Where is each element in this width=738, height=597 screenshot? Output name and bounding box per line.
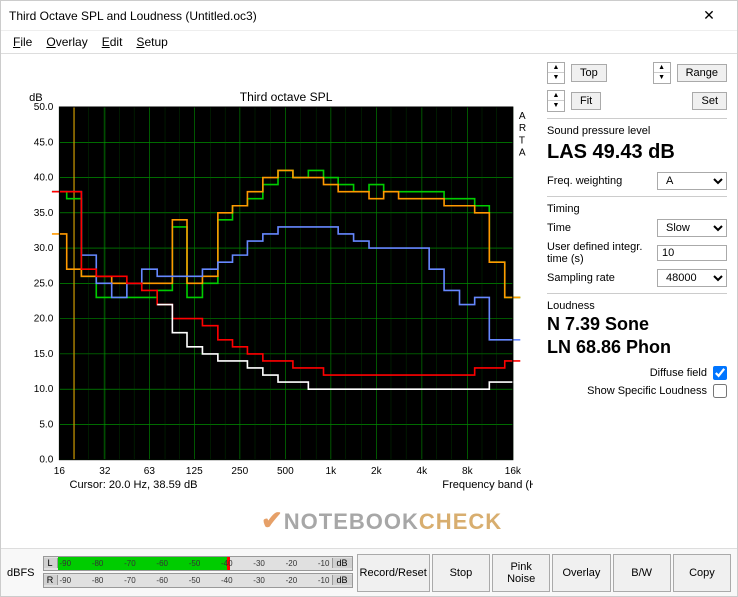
- level-meters: L -90-80-70-60-50-40-30-20-10 dB R -90-8…: [43, 556, 353, 590]
- chevron-down-icon[interactable]: ▼: [654, 73, 670, 83]
- sampling-select[interactable]: 48000: [657, 269, 727, 287]
- integr-label: User defined integr. time (s): [547, 241, 647, 265]
- meter-ticks: -90-80-70-60-50-40-30-20-10: [58, 574, 332, 587]
- copy-button[interactable]: Copy: [673, 554, 731, 592]
- svg-text:500: 500: [277, 466, 294, 477]
- window-title: Third Octave SPL and Loudness (Untitled.…: [9, 9, 689, 23]
- range-button[interactable]: Range: [677, 64, 727, 82]
- svg-text:Cursor: 20.0 Hz, 38.59 dB: Cursor: 20.0 Hz, 38.59 dB: [69, 479, 197, 491]
- pink-noise-button[interactable]: Pink Noise: [492, 554, 550, 592]
- close-icon[interactable]: ✕: [689, 7, 729, 24]
- svg-text:R: R: [519, 123, 526, 134]
- meter-unit: dB: [332, 558, 352, 568]
- range-spinner[interactable]: ▲▼: [653, 62, 671, 84]
- chevron-up-icon[interactable]: ▲: [548, 91, 564, 101]
- svg-text:35.0: 35.0: [34, 208, 54, 219]
- menubar: File Overlay Edit Setup: [1, 31, 737, 54]
- svg-text:25.0: 25.0: [34, 278, 54, 289]
- bottom-bar: dBFS L -90-80-70-60-50-40-30-20-10 dB R …: [1, 548, 737, 596]
- loudness-ln: LN 68.86 Phon: [547, 337, 727, 358]
- spl-chart[interactable]: 0.0 5.0 10.0 15.0 20.0 25.0 30.0 35.0 40.0 45.0 50…: [9, 62, 533, 545]
- integr-input[interactable]: [657, 245, 727, 261]
- fit-button[interactable]: Fit: [571, 92, 601, 110]
- dbfs-label: dBFS: [7, 567, 35, 579]
- show-specific-checkbox[interactable]: [713, 384, 727, 398]
- svg-text:10.0: 10.0: [34, 384, 54, 395]
- sampling-label: Sampling rate: [547, 272, 615, 284]
- top-spinner[interactable]: ▲▼: [547, 62, 565, 84]
- fit-spinner[interactable]: ▲▼: [547, 90, 565, 112]
- loudness-label: Loudness: [547, 300, 727, 312]
- svg-text:16: 16: [54, 466, 66, 477]
- svg-text:16k: 16k: [505, 466, 522, 477]
- side-panel: ▲▼ Top ▲▼ Range ▲▼ Fit Set Sound pressur…: [537, 54, 737, 549]
- bw-button[interactable]: B/W: [613, 554, 671, 592]
- spl-value: LAS 49.43 dB: [547, 141, 727, 164]
- meter-left: L -90-80-70-60-50-40-30-20-10 dB: [43, 556, 353, 571]
- svg-text:2k: 2k: [371, 466, 383, 477]
- spl-label: Sound pressure level: [547, 125, 727, 137]
- menu-setup[interactable]: Setup: [130, 33, 173, 51]
- svg-text:15.0: 15.0: [34, 349, 54, 360]
- svg-text:T: T: [519, 135, 525, 146]
- svg-text:1k: 1k: [326, 466, 338, 477]
- meter-right: R -90-80-70-60-50-40-30-20-10 dB: [43, 573, 353, 588]
- time-select[interactable]: Slow: [657, 219, 727, 237]
- meter-l-label: L: [44, 558, 58, 568]
- chevron-up-icon[interactable]: ▲: [548, 63, 564, 73]
- overlay-button[interactable]: Overlay: [552, 554, 610, 592]
- freq-weighting-label: Freq. weighting: [547, 175, 622, 187]
- svg-text:63: 63: [144, 466, 156, 477]
- svg-text:0.0: 0.0: [39, 455, 53, 466]
- meter-ticks: -90-80-70-60-50-40-30-20-10: [58, 557, 332, 570]
- svg-text:20.0: 20.0: [34, 314, 54, 325]
- timing-label: Timing: [547, 203, 727, 215]
- diffuse-label: Diffuse field: [650, 367, 707, 379]
- menu-file[interactable]: File: [7, 33, 38, 51]
- menu-overlay[interactable]: Overlay: [40, 33, 93, 51]
- meter-r-label: R: [44, 575, 58, 585]
- svg-text:40.0: 40.0: [34, 173, 54, 184]
- chevron-up-icon[interactable]: ▲: [654, 63, 670, 73]
- set-button[interactable]: Set: [692, 92, 727, 110]
- stop-button[interactable]: Stop: [432, 554, 490, 592]
- chevron-down-icon[interactable]: ▼: [548, 73, 564, 83]
- chevron-down-icon[interactable]: ▼: [548, 101, 564, 111]
- freq-weighting-select[interactable]: A: [657, 172, 727, 190]
- svg-text:A: A: [519, 111, 526, 122]
- titlebar: Third Octave SPL and Loudness (Untitled.…: [1, 1, 737, 31]
- meter-unit: dB: [332, 575, 352, 585]
- svg-text:dB: dB: [29, 92, 43, 104]
- diffuse-checkbox[interactable]: [713, 366, 727, 380]
- top-button[interactable]: Top: [571, 64, 607, 82]
- chart-pane: 0.0 5.0 10.0 15.0 20.0 25.0 30.0 35.0 40.0 45.0 50…: [1, 54, 537, 549]
- svg-text:Frequency band (Hz): Frequency band (Hz): [442, 479, 533, 491]
- svg-text:5.0: 5.0: [39, 419, 53, 430]
- menu-edit[interactable]: Edit: [96, 33, 129, 51]
- loudness-n: N 7.39 Sone: [547, 314, 727, 335]
- svg-text:30.0: 30.0: [34, 243, 54, 254]
- svg-text:A: A: [519, 147, 526, 158]
- svg-text:45.0: 45.0: [34, 137, 54, 148]
- svg-text:250: 250: [231, 466, 248, 477]
- svg-text:8k: 8k: [462, 466, 474, 477]
- time-label: Time: [547, 222, 571, 234]
- record-button[interactable]: Record/Reset: [357, 554, 430, 592]
- svg-text:4k: 4k: [417, 466, 429, 477]
- svg-text:32: 32: [99, 466, 111, 477]
- svg-text:Third octave SPL: Third octave SPL: [240, 90, 333, 104]
- show-specific-label: Show Specific Loudness: [587, 385, 707, 397]
- svg-text:125: 125: [186, 466, 203, 477]
